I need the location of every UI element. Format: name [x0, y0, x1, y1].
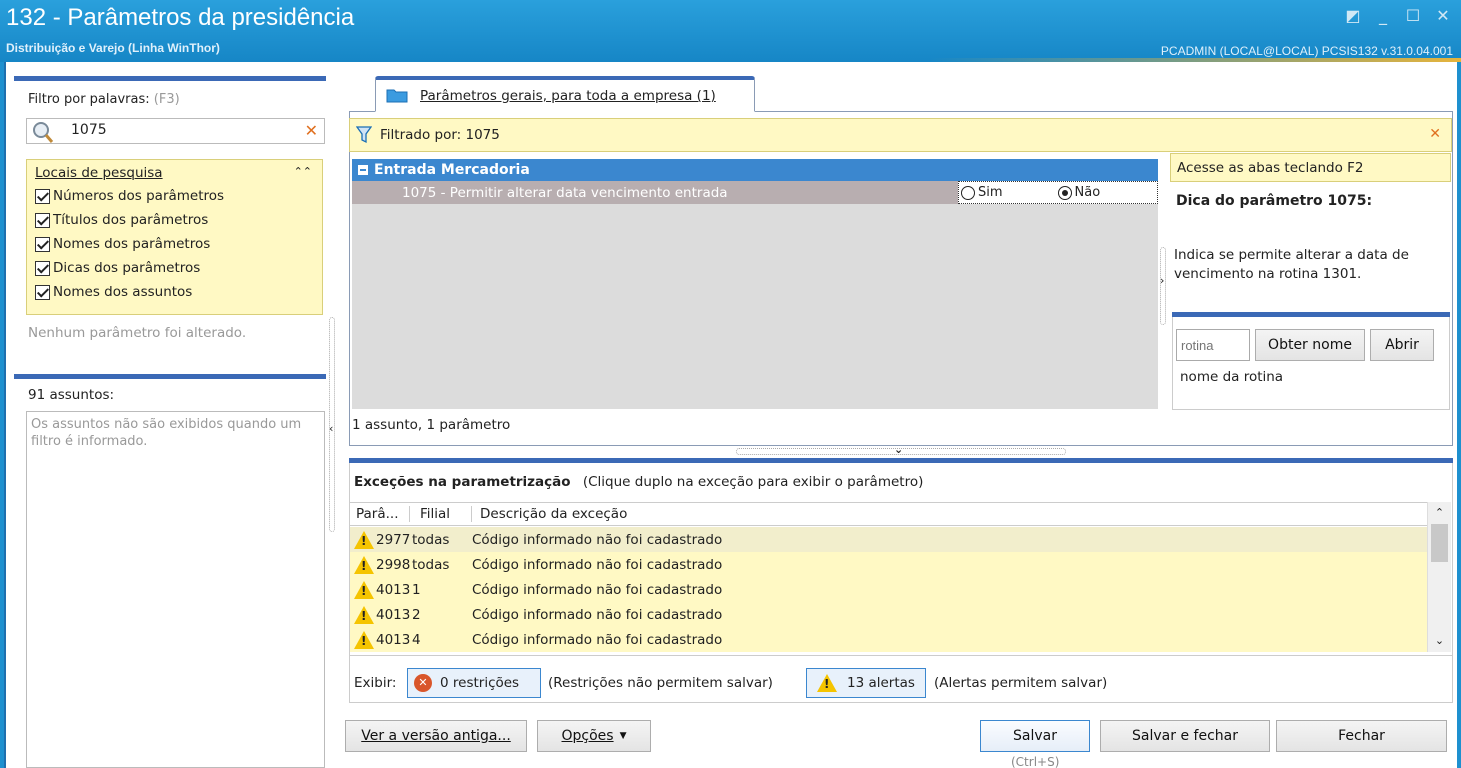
checkbox-icon[interactable]	[35, 284, 50, 300]
exceptions-header: Parâ... Filial Descrição da exceção	[350, 502, 1427, 526]
checkbox-assuntos[interactable]: Nomes dos assuntos	[21, 280, 322, 304]
salvar-shortcut: (Ctrl+S)	[1011, 755, 1060, 768]
restricoes-toggle[interactable]: ✕ 0 restrições	[407, 668, 541, 698]
parameter-row-1075[interactable]: 1075 - Permitir alterar data vencimento …	[352, 181, 1158, 204]
rotina-input[interactable]	[1176, 329, 1250, 361]
salvar-button[interactable]: Salvar	[980, 720, 1090, 752]
tab-label: Parâmetros gerais, para toda a empresa (…	[420, 88, 716, 104]
radio-nao[interactable]	[1057, 185, 1072, 200]
window-title: 132 - Parâmetros da presidência	[6, 4, 355, 31]
salvar-e-fechar-button[interactable]: Salvar e fechar	[1100, 720, 1270, 752]
ver-versao-antiga-button[interactable]: Ver a versão antiga...	[345, 720, 527, 752]
filter-bar-text: Filtrado por: 1075	[380, 127, 500, 143]
restricoes-note: (Restrições não permitem salvar)	[548, 675, 773, 691]
dropdown-icon: ▼	[619, 731, 627, 741]
filter-value: 1075	[71, 122, 107, 138]
collapse-right-icon[interactable]: ›	[1160, 274, 1164, 287]
title-bar: 132 - Parâmetros da presidência Distribu…	[0, 0, 1461, 62]
warning-icon	[354, 605, 374, 624]
collapse-left-icon[interactable]: ‹	[329, 422, 333, 435]
collapse-down-icon[interactable]: ⌄	[894, 443, 903, 456]
left-top-bar	[14, 76, 326, 81]
assuntos-list[interactable]: Os assuntos não são exibidos quando um f…	[26, 411, 325, 768]
group-name: Entrada Mercadoria	[374, 162, 530, 178]
warning-icon	[354, 580, 374, 599]
remove-filter-icon[interactable]: ✕	[1429, 126, 1441, 142]
alertas-toggle[interactable]: 13 alertas	[806, 668, 926, 698]
tip-text: Indica se permite alterar a data de venc…	[1174, 247, 1409, 282]
exceptions-hint: (Clique duplo na exceção para exibir o p…	[582, 474, 924, 490]
no-change-text: Nenhum parâmetro foi alterado.	[28, 325, 247, 341]
client-area: Filtro por palavras: (F3) 1075 ✕ Locais …	[4, 62, 1457, 768]
radio-sim[interactable]	[961, 185, 975, 200]
assuntos-label: 91 assuntos:	[28, 387, 115, 403]
grid-status: 1 assunto, 1 parâmetro	[352, 417, 511, 433]
scroll-down-icon[interactable]: ⌄	[1428, 630, 1451, 652]
left-mid-bar	[14, 374, 326, 379]
close-icon[interactable]: ✕	[1435, 6, 1451, 25]
clear-filter-icon[interactable]: ✕	[305, 121, 318, 140]
obter-nome-button[interactable]: Obter nome	[1255, 329, 1365, 361]
opcoes-button[interactable]: Opções ▼	[537, 720, 651, 752]
collapse-icon[interactable]: ⌃⌃	[294, 165, 312, 181]
table-row[interactable]: 4013 4 Código informado não foi cadastra…	[350, 627, 1427, 652]
tip-title: Dica do parâmetro 1075:	[1176, 193, 1373, 209]
folder-icon	[386, 89, 408, 103]
user-info: PCADMIN (LOCAL@LOCAL) PCSIS132 v.31.0.04…	[1160, 44, 1453, 58]
locais-de-pesquisa-panel: Locais de pesquisa ⌃⌃ Números dos parâme…	[26, 159, 323, 315]
hint-bar: Acesse as abas teclando F2	[1170, 153, 1451, 182]
filter-shortcut: (F3)	[153, 92, 180, 107]
exceptions-title: Exceções na parametrização	[354, 474, 571, 490]
table-row[interactable]: 2998 todas Código informado não foi cada…	[350, 552, 1427, 577]
parameter-label: 1075 - Permitir alterar data vencimento …	[402, 185, 728, 201]
abrir-button[interactable]: Abrir	[1370, 329, 1434, 361]
filter-bar: Filtrado por: 1075 ✕	[349, 118, 1452, 152]
checkbox-dicas[interactable]: Dicas dos parâmetros	[21, 256, 322, 280]
scroll-thumb[interactable]	[1431, 524, 1448, 562]
exibir-label: Exibir:	[354, 675, 397, 691]
table-row[interactable]: 2977 todas Código informado não foi cada…	[350, 527, 1427, 552]
table-row[interactable]: 4013 1 Código informado não foi cadastra…	[350, 577, 1427, 602]
checkbox-icon[interactable]	[35, 236, 50, 252]
group-header[interactable]: Entrada Mercadoria	[352, 159, 1158, 181]
filter-label: Filtro por palavras:	[28, 92, 150, 107]
alertas-note: (Alertas permitem salvar)	[934, 675, 1108, 691]
col-param[interactable]: Parâ...	[350, 506, 410, 522]
nome-rotina-label: nome da rotina	[1180, 369, 1284, 385]
exceptions-list: 2977 todas Código informado não foi cada…	[350, 527, 1427, 652]
checkbox-nomes[interactable]: Nomes dos parâmetros	[21, 232, 322, 256]
tab-parametros-gerais[interactable]: Parâmetros gerais, para toda a empresa (…	[375, 76, 755, 112]
checkbox-titulos[interactable]: Títulos dos parâmetros	[21, 208, 322, 232]
col-descricao[interactable]: Descrição da exceção	[472, 506, 627, 522]
exceptions-scrollbar[interactable]: ⌃ ⌄	[1427, 502, 1451, 652]
fechar-button[interactable]: Fechar	[1276, 720, 1447, 752]
restore-icon[interactable]: ◩	[1345, 6, 1361, 25]
warning-icon	[354, 630, 374, 649]
scroll-up-icon[interactable]: ⌃	[1428, 502, 1451, 524]
col-filial[interactable]: Filial	[410, 506, 472, 522]
parameter-value-cell[interactable]: Sim Não	[958, 181, 1158, 204]
assuntos-info: Os assuntos não são exibidos quando um f…	[31, 417, 302, 449]
warning-icon	[354, 555, 374, 574]
minimize-icon[interactable]: _	[1375, 6, 1391, 25]
funnel-icon	[356, 126, 372, 144]
table-row[interactable]: 4013 2 Código informado não foi cadastra…	[350, 602, 1427, 627]
checkbox-numeros[interactable]: Números dos parâmetros	[21, 184, 322, 208]
filter-input[interactable]: 1075 ✕	[26, 118, 325, 144]
radio-nao-label: Não	[1074, 185, 1101, 200]
window-subtitle: Distribuição e Varejo (Linha WinThor)	[6, 41, 220, 55]
parameters-grid: Entrada Mercadoria 1075 - Permitir alter…	[352, 159, 1158, 409]
warning-icon	[817, 674, 837, 692]
checkbox-icon[interactable]	[35, 212, 50, 228]
search-icon	[33, 122, 54, 143]
checkbox-icon[interactable]	[35, 188, 50, 204]
group-collapse-icon[interactable]	[358, 165, 368, 175]
radio-sim-label: Sim	[978, 185, 1003, 200]
checkbox-icon[interactable]	[35, 260, 50, 276]
error-icon: ✕	[414, 674, 432, 692]
maximize-icon[interactable]: ☐	[1405, 6, 1421, 25]
locais-title[interactable]: Locais de pesquisa	[35, 165, 163, 181]
warning-icon	[354, 530, 374, 549]
